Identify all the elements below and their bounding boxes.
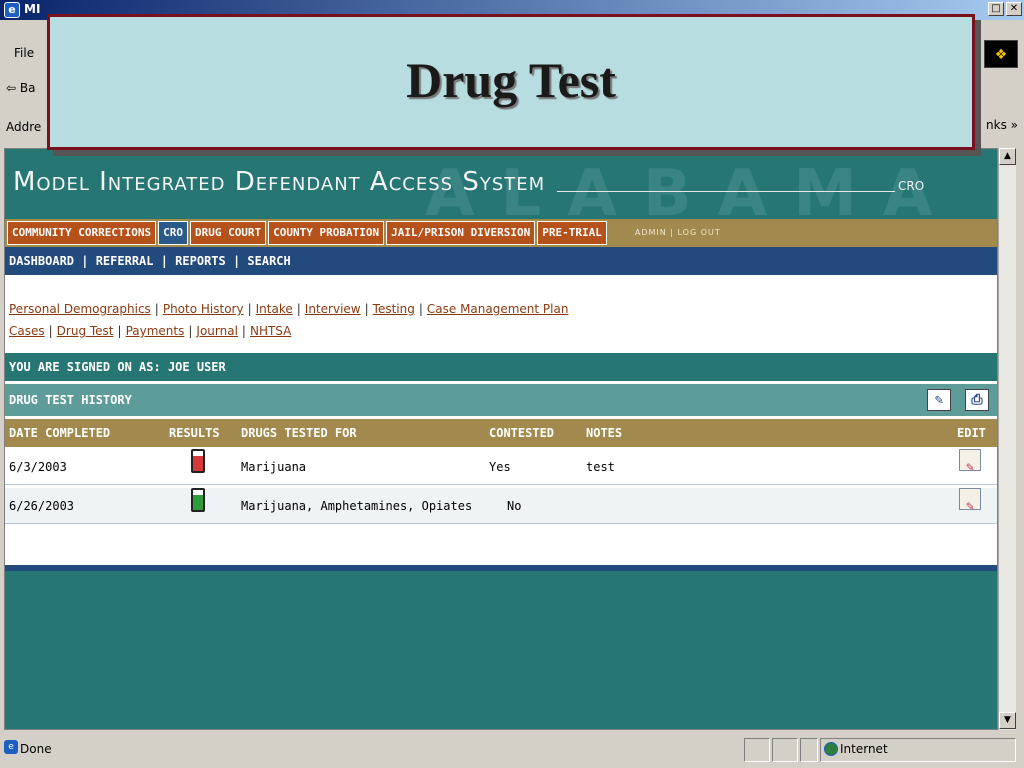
window-controls: □ ✕ bbox=[988, 2, 1022, 16]
link-personal-demographics[interactable]: Personal Demographics bbox=[9, 302, 151, 316]
cell-date: 6/26/2003 bbox=[9, 499, 75, 513]
app-header: ALABAMA Model Integrated Defendant Acces… bbox=[5, 149, 997, 231]
security-zone: Internet bbox=[840, 742, 888, 756]
link-case-management-plan[interactable]: Case Management Plan bbox=[427, 302, 569, 316]
link-testing[interactable]: Testing bbox=[373, 302, 415, 316]
link-drug-test[interactable]: Drug Test bbox=[57, 324, 114, 338]
edit-icon[interactable]: ✎ bbox=[959, 488, 981, 514]
admin-logout-links[interactable]: ADMIN | LOG OUT bbox=[614, 221, 741, 245]
cell-contested: No bbox=[507, 499, 522, 513]
cell-notes: test bbox=[586, 460, 615, 474]
links-button[interactable]: nks » bbox=[986, 118, 1018, 132]
status-bar: e Done Internet bbox=[0, 734, 1024, 768]
add-record-icon[interactable]: ✎ bbox=[927, 389, 951, 411]
negative-result-icon bbox=[191, 488, 205, 512]
tab-drug-court[interactable]: DRUG COURT bbox=[189, 221, 267, 245]
separator: | bbox=[247, 302, 252, 316]
vertical-scrollbar[interactable]: ▲ ▼ bbox=[998, 148, 1016, 730]
col-contested: CONTESTED bbox=[489, 426, 555, 440]
separator: | bbox=[154, 302, 159, 316]
ie-icon: e bbox=[4, 2, 20, 18]
col-edit: EDIT bbox=[957, 426, 986, 440]
signed-on-bar: YOU ARE SIGNED ON AS: JOE USER bbox=[5, 353, 997, 381]
link-intake[interactable]: Intake bbox=[256, 302, 293, 316]
menu-file[interactable]: File bbox=[14, 46, 34, 60]
tab-jail-prison-diversion[interactable]: JAIL/PRISON DIVERSION bbox=[386, 221, 536, 245]
web-page: ALABAMA Model Integrated Defendant Acces… bbox=[4, 148, 998, 730]
cell-drugs: Marijuana bbox=[241, 460, 307, 474]
col-drugs-tested: DRUGS TESTED FOR bbox=[241, 426, 357, 440]
scroll-up-icon[interactable]: ▲ bbox=[999, 148, 1016, 165]
col-results: RESULTS bbox=[169, 426, 220, 440]
col-notes: NOTES bbox=[586, 426, 623, 440]
tab-county-probation[interactable]: COUNTY PROBATION bbox=[268, 221, 385, 245]
separator: | bbox=[117, 324, 122, 338]
cell-drugs: Marijuana, Amphetamines, Opiates bbox=[241, 499, 473, 513]
col-date-completed: DATE COMPLETED bbox=[9, 426, 111, 440]
link-photo-history[interactable]: Photo History bbox=[163, 302, 244, 316]
client-links-row-2: Cases | Drug Test | Payments | Journal | NHTSA bbox=[9, 315, 291, 347]
title-rule bbox=[557, 191, 895, 192]
status-panel bbox=[800, 738, 818, 762]
globe-icon bbox=[824, 742, 838, 756]
positive-result-icon bbox=[191, 449, 205, 473]
link-interview[interactable]: Interview bbox=[305, 302, 361, 316]
address-label: Addre bbox=[6, 120, 42, 134]
windows-logo-icon: ❖ bbox=[984, 40, 1018, 68]
status-panel bbox=[744, 738, 770, 762]
link-nhtsa[interactable]: NHTSA bbox=[250, 324, 291, 338]
tab-pre-trial[interactable]: PRE-TRIAL bbox=[537, 221, 607, 245]
separator: | bbox=[241, 324, 246, 338]
role-label: CRO bbox=[898, 179, 925, 193]
ie-page-icon: e bbox=[4, 740, 18, 754]
page-footer bbox=[5, 565, 997, 729]
separator: | bbox=[296, 302, 301, 316]
back-label: Ba bbox=[19, 81, 36, 95]
back-button[interactable]: ⇦ Ba bbox=[6, 81, 35, 95]
separator: | bbox=[48, 324, 53, 338]
status-text: Done bbox=[20, 742, 52, 756]
separator: | bbox=[418, 302, 423, 316]
cell-date: 6/3/2003 bbox=[9, 460, 67, 474]
tab-community-corrections[interactable]: COMMUNITY CORRECTIONS bbox=[7, 221, 157, 245]
sub-navigation[interactable]: DASHBOARD | REFERRAL | REPORTS | SEARCH bbox=[5, 247, 997, 275]
edit-icon[interactable]: ✎ bbox=[959, 449, 981, 475]
link-journal[interactable]: Journal bbox=[196, 324, 238, 338]
table-row: 6/3/2003 Marijuana Yes test ✎ bbox=[5, 449, 997, 485]
system-title: Model Integrated Defendant Access System bbox=[13, 167, 546, 197]
module-tabs: COMMUNITY CORRECTIONS CRO DRUG COURT COU… bbox=[5, 219, 997, 247]
table-row: 6/26/2003 Marijuana, Amphetamines, Opiat… bbox=[5, 488, 997, 524]
status-panel bbox=[772, 738, 798, 762]
section-header: DRUG TEST HISTORY ✎ ⎙ bbox=[5, 384, 997, 416]
scroll-down-icon[interactable]: ▼ bbox=[999, 712, 1016, 729]
link-payments[interactable]: Payments bbox=[126, 324, 185, 338]
slide-title: Drug Test bbox=[406, 52, 616, 108]
close-button[interactable]: ✕ bbox=[1006, 2, 1022, 16]
table-header: DATE COMPLETED RESULTS DRUGS TESTED FOR … bbox=[5, 419, 997, 447]
section-title: DRUG TEST HISTORY bbox=[9, 393, 132, 407]
print-icon[interactable]: ⎙ bbox=[965, 389, 989, 411]
window-title: MI bbox=[24, 2, 41, 16]
slide-banner: Drug Test bbox=[47, 14, 975, 150]
tab-cro[interactable]: CRO bbox=[158, 221, 188, 245]
link-cases[interactable]: Cases bbox=[9, 324, 45, 338]
maximize-button[interactable]: □ bbox=[988, 2, 1004, 16]
separator: | bbox=[188, 324, 193, 338]
cell-contested: Yes bbox=[489, 460, 511, 474]
separator: | bbox=[364, 302, 369, 316]
